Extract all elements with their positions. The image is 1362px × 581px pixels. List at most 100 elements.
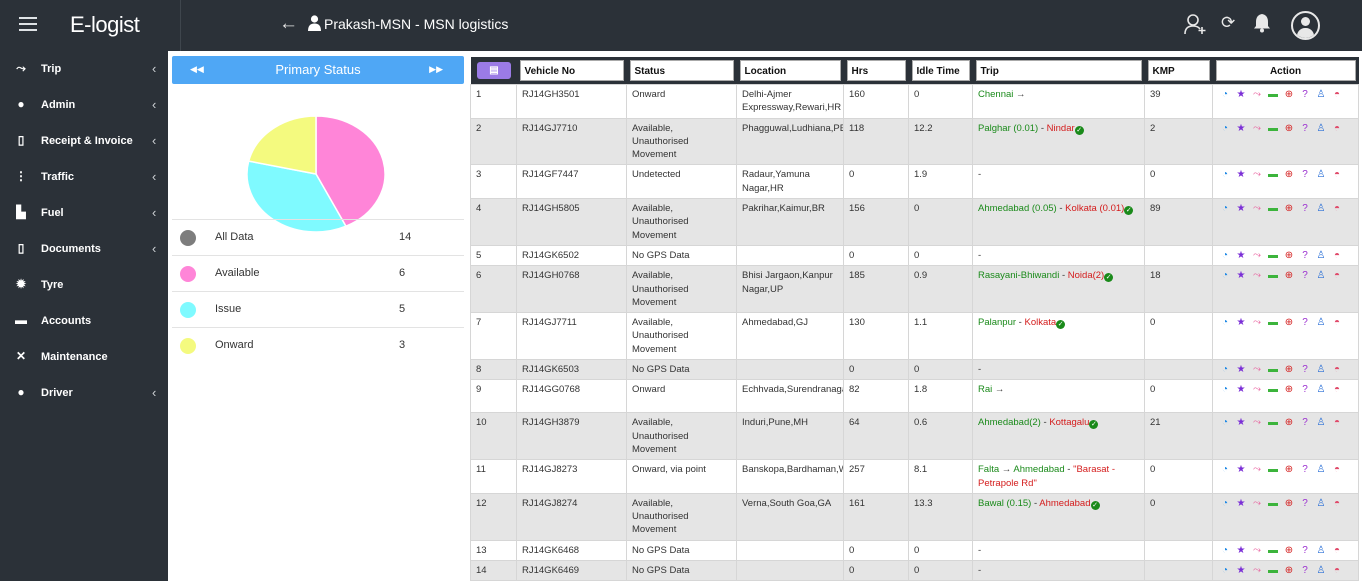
globe-icon[interactable]: ⊕ <box>1282 249 1296 262</box>
pie-chart-icon[interactable]: ◔ <box>1218 122 1232 135</box>
table-row[interactable]: 11 RJ14GJ8273 Onward, via point Banskopa,Ba… <box>470 459 1359 494</box>
truck-icon[interactable]: ▬ <box>1266 269 1280 282</box>
sidebar-item-tyre[interactable]: ✹ Tyre <box>0 268 168 304</box>
route-icon[interactable]: ⤳ <box>1250 122 1264 135</box>
help-icon[interactable]: ? <box>1298 383 1312 396</box>
header-hrs[interactable]: Hrs <box>846 60 906 81</box>
route-icon[interactable]: ⤳ <box>1250 88 1264 101</box>
star-icon[interactable]: ★ <box>1234 316 1248 329</box>
truck-icon[interactable]: ▬ <box>1266 564 1280 577</box>
speedometer-icon[interactable]: ◓ <box>1330 564 1344 577</box>
pie-chart-icon[interactable]: ◔ <box>1218 383 1232 396</box>
speedometer-icon[interactable]: ◓ <box>1330 383 1344 396</box>
sidebar-item-driver[interactable]: ● Driver ‹ <box>0 376 168 412</box>
refresh-icon[interactable]: ⟳ <box>1221 13 1235 33</box>
driver-icon[interactable]: ♙ <box>1314 249 1328 262</box>
pie-chart-icon[interactable]: ◔ <box>1218 463 1232 476</box>
speedometer-icon[interactable]: ◓ <box>1330 463 1344 476</box>
pie-chart-icon[interactable]: ◔ <box>1218 316 1232 329</box>
table-row[interactable]: 1 RJ14GH3501 Onward Delhi-Ajmer Expressway,… <box>470 84 1359 119</box>
globe-icon[interactable]: ⊕ <box>1282 269 1296 282</box>
truck-icon[interactable]: ▬ <box>1266 168 1280 181</box>
speedometer-icon[interactable]: ◓ <box>1330 316 1344 329</box>
sidebar-item-documents[interactable]: ▯ Documents ‹ <box>0 232 168 268</box>
driver-icon[interactable]: ♙ <box>1314 316 1328 329</box>
table-row[interactable]: 8 RJ14GK6503 No GPS Data 0 0- ◔ ★ ⤳ ▬ ⊕? ♙ ◓ <box>470 359 1359 381</box>
route-icon[interactable]: ⤳ <box>1250 497 1264 510</box>
route-icon[interactable]: ⤳ <box>1250 269 1264 282</box>
driver-icon[interactable]: ♙ <box>1314 269 1328 282</box>
speedometer-icon[interactable]: ◓ <box>1330 202 1344 215</box>
header-status[interactable]: Status <box>629 60 734 81</box>
help-icon[interactable]: ? <box>1298 497 1312 510</box>
help-icon[interactable]: ? <box>1298 249 1312 262</box>
pie-chart-icon[interactable]: ◔ <box>1218 168 1232 181</box>
sidebar-item-fuel[interactable]: ▙ Fuel ‹ <box>0 196 168 232</box>
globe-icon[interactable]: ⊕ <box>1282 544 1296 557</box>
table-row[interactable]: 4 RJ14GH5805 Available, Unauthorised Movem… <box>470 198 1359 246</box>
route-icon[interactable]: ⤳ <box>1250 544 1264 557</box>
sidebar-item-traffic[interactable]: ⋮ Traffic ‹ <box>0 160 168 196</box>
sidebar-item-admin[interactable]: ● Admin ‹ <box>0 88 168 124</box>
route-icon[interactable]: ⤳ <box>1250 202 1264 215</box>
speedometer-icon[interactable]: ◓ <box>1330 497 1344 510</box>
star-icon[interactable]: ★ <box>1234 269 1248 282</box>
legend-item[interactable]: Onward 3 <box>172 327 464 363</box>
legend-item[interactable]: All Data 14 <box>172 219 464 255</box>
star-icon[interactable]: ★ <box>1234 202 1248 215</box>
route-icon[interactable]: ⤳ <box>1250 416 1264 429</box>
pie-chart-icon[interactable]: ◔ <box>1218 88 1232 101</box>
globe-icon[interactable]: ⊕ <box>1282 316 1296 329</box>
truck-icon[interactable]: ▬ <box>1266 122 1280 135</box>
speedometer-icon[interactable]: ◓ <box>1330 249 1344 262</box>
table-row[interactable]: 7 RJ14GJ7711 Available, Unauthorised Movem… <box>470 312 1359 361</box>
truck-icon[interactable]: ▬ <box>1266 316 1280 329</box>
route-icon[interactable]: ⤳ <box>1250 249 1264 262</box>
help-icon[interactable]: ? <box>1298 316 1312 329</box>
help-icon[interactable]: ? <box>1298 168 1312 181</box>
globe-icon[interactable]: ⊕ <box>1282 497 1296 510</box>
help-icon[interactable]: ? <box>1298 416 1312 429</box>
pie-chart-icon[interactable]: ◔ <box>1218 202 1232 215</box>
star-icon[interactable]: ★ <box>1234 544 1248 557</box>
truck-icon[interactable]: ▬ <box>1266 544 1280 557</box>
legend-item[interactable]: Issue 5 <box>172 291 464 327</box>
speedometer-icon[interactable]: ◓ <box>1330 122 1344 135</box>
sidebar-item-trip[interactable]: ⤳ Trip ‹ <box>0 52 168 88</box>
help-icon[interactable]: ? <box>1298 122 1312 135</box>
pie-chart-icon[interactable]: ◔ <box>1218 416 1232 429</box>
help-icon[interactable]: ? <box>1298 564 1312 577</box>
help-icon[interactable]: ? <box>1298 88 1312 101</box>
pie-chart-icon[interactable]: ◔ <box>1218 249 1232 262</box>
app-logo[interactable]: E-logist <box>70 12 140 38</box>
speedometer-icon[interactable]: ◓ <box>1330 544 1344 557</box>
help-icon[interactable]: ? <box>1298 463 1312 476</box>
truck-icon[interactable]: ▬ <box>1266 88 1280 101</box>
table-row[interactable]: 12 RJ14GJ8274 Available, Unauthorised Move… <box>470 492 1359 541</box>
driver-icon[interactable]: ♙ <box>1314 497 1328 510</box>
speedometer-icon[interactable]: ◓ <box>1330 416 1344 429</box>
star-icon[interactable]: ★ <box>1234 564 1248 577</box>
table-row[interactable]: 2 RJ14GJ7710 Available, Unauthorised Movem… <box>470 117 1359 166</box>
map-icon[interactable]: ▤ <box>477 62 511 79</box>
table-row[interactable]: 5 RJ14GK6502 No GPS Data 0 0- ◔ ★ ⤳ ▬ ⊕? ♙ ◓ <box>470 244 1359 267</box>
globe-icon[interactable]: ⊕ <box>1282 463 1296 476</box>
bell-icon[interactable] <box>1253 13 1271 33</box>
globe-icon[interactable]: ⊕ <box>1282 168 1296 181</box>
sidebar-item-maintenance[interactable]: ✕ Maintenance <box>0 340 168 376</box>
table-row[interactable]: 13 RJ14GK6468 No GPS Data 0 0- ◔ ★ ⤳ ▬ ⊕? ♙ ◓ <box>470 539 1359 562</box>
header-trip[interactable]: Trip <box>975 60 1142 81</box>
legend-item[interactable]: Available 6 <box>172 255 464 291</box>
table-row[interactable]: 9RJ14GG0768OnwardEchhvada,Surendranagar,… <box>470 379 1359 414</box>
star-icon[interactable]: ★ <box>1234 122 1248 135</box>
pie-chart-icon[interactable]: ◔ <box>1218 544 1232 557</box>
globe-icon[interactable]: ⊕ <box>1282 363 1296 376</box>
driver-icon[interactable]: ♙ <box>1314 416 1328 429</box>
route-icon[interactable]: ⤳ <box>1250 363 1264 376</box>
route-icon[interactable]: ⤳ <box>1250 168 1264 181</box>
add-user-icon[interactable] <box>1184 13 1206 35</box>
star-icon[interactable]: ★ <box>1234 168 1248 181</box>
star-icon[interactable]: ★ <box>1234 88 1248 101</box>
header-idle-time[interactable]: Idle Time <box>911 60 970 81</box>
help-icon[interactable]: ? <box>1298 363 1312 376</box>
